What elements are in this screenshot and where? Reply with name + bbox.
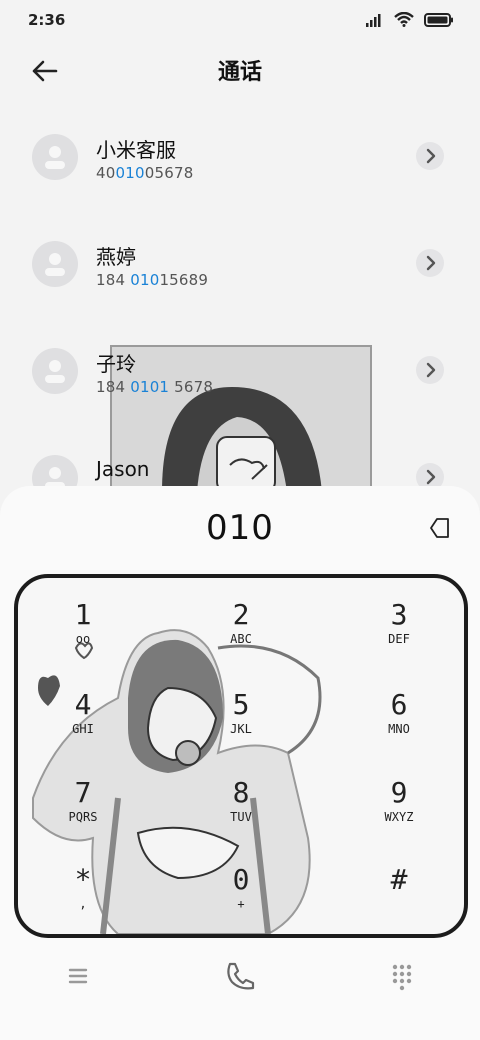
contact-number: 184 01015689 xyxy=(96,271,209,289)
chevron-right-icon xyxy=(426,148,436,164)
key-7[interactable]: 7 PQRS xyxy=(23,776,143,846)
status-bar: 2:36 xyxy=(0,0,480,40)
phone-icon[interactable] xyxy=(220,956,260,996)
voicemail-icon: oo xyxy=(75,632,91,646)
key-8[interactable]: 8 TUV xyxy=(181,776,301,846)
key-4[interactable]: 4 GHI xyxy=(23,688,143,758)
key-9[interactable]: 9 WXYZ xyxy=(339,776,459,846)
dial-input[interactable]: 010 xyxy=(0,508,480,548)
backspace-icon[interactable] xyxy=(428,516,452,540)
keypad-grid-icon[interactable] xyxy=(382,956,422,996)
avatar xyxy=(32,241,78,287)
contact-name: Jason xyxy=(96,457,150,481)
battery-icon xyxy=(424,12,453,27)
person-icon xyxy=(45,360,65,383)
person-icon xyxy=(45,146,65,169)
key-5[interactable]: 5 JKL xyxy=(181,688,301,758)
contact-number: 184 0101 5678 xyxy=(96,378,214,396)
chevron-right-icon xyxy=(426,255,436,271)
key-3[interactable]: 3 DEF xyxy=(339,598,459,668)
key-2[interactable]: 2 ABC xyxy=(181,598,301,668)
contact-name: 小米客服 xyxy=(96,138,176,162)
chevron-right-icon xyxy=(426,362,436,378)
contact-name: 燕婷 xyxy=(96,245,136,269)
dial-pad: 1 oo 2 ABC 3 DEF 4 GHI 5 JKL 6 MNO 7 PQR… xyxy=(14,574,468,938)
app-header: 通话 xyxy=(0,46,480,96)
list-item[interactable]: 小米客服 4001005678 xyxy=(0,110,480,206)
key-6[interactable]: 6 MNO xyxy=(339,688,459,758)
contact-number: 4001005678 xyxy=(96,164,194,182)
detail-button[interactable] xyxy=(416,356,444,384)
avatar xyxy=(32,134,78,180)
status-time: 2:36 xyxy=(28,11,66,29)
signal-icon xyxy=(366,13,381,27)
wifi-icon xyxy=(394,12,414,27)
list-item[interactable]: 燕婷 184 01015689 xyxy=(0,217,480,313)
status-icons xyxy=(366,12,454,27)
key-0[interactable]: 0 + xyxy=(181,863,301,933)
key-1[interactable]: 1 oo xyxy=(23,598,143,668)
person-icon xyxy=(45,253,65,276)
detail-button[interactable] xyxy=(416,249,444,277)
list-item[interactable]: 子玲 184 0101 5678 xyxy=(0,324,480,420)
bottom-nav xyxy=(0,938,480,1008)
key-star[interactable]: * , xyxy=(23,863,143,933)
contact-name: 子玲 xyxy=(96,352,136,376)
menu-icon[interactable] xyxy=(58,956,98,996)
page-title: 通话 xyxy=(217,60,262,85)
detail-button[interactable] xyxy=(416,142,444,170)
avatar xyxy=(32,348,78,394)
key-hash[interactable]: # xyxy=(339,863,459,933)
